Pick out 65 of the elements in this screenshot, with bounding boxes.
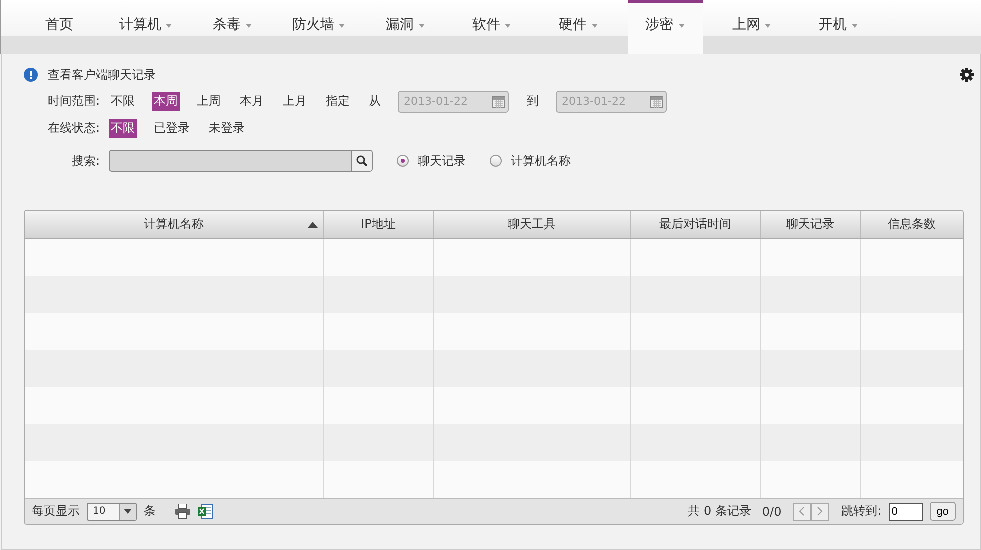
nav-tab[interactable]: 首页 xyxy=(16,0,102,36)
chevron-left-icon xyxy=(798,507,805,516)
spreadsheet-icon[interactable] xyxy=(198,504,214,519)
search-button[interactable] xyxy=(351,151,372,171)
filter-option[interactable]: 本周 xyxy=(152,92,180,111)
filter-option[interactable]: 不限 xyxy=(109,92,138,111)
search-field[interactable] xyxy=(109,150,374,172)
radio-label[interactable]: 聊天记录 xyxy=(418,152,466,170)
caret-icon xyxy=(505,24,512,28)
caret-icon xyxy=(246,24,252,28)
filter-label: 时间范围: xyxy=(48,93,100,110)
filter-option[interactable]: 上月 xyxy=(281,92,310,111)
nav-tab[interactable]: 软件 xyxy=(448,0,535,36)
caret-icon xyxy=(339,24,346,28)
filter-option[interactable]: 上周 xyxy=(195,92,224,111)
from-label: 从 xyxy=(368,93,382,110)
caret-icon xyxy=(678,24,684,28)
page-title: 查看客户端聊天记录 xyxy=(48,66,156,84)
caret-icon xyxy=(418,24,425,28)
next-page-button[interactable] xyxy=(810,502,829,520)
caret-icon xyxy=(166,24,172,28)
chevron-right-icon xyxy=(816,507,823,516)
page-indicator: 0/0 xyxy=(762,504,782,518)
dropdown-icon xyxy=(124,509,132,514)
filter-label: 在线状态: xyxy=(48,120,100,137)
nav-tab[interactable]: 防火墙 xyxy=(276,0,362,36)
info-icon xyxy=(24,68,38,82)
filter-option[interactable]: 不限 xyxy=(109,119,138,138)
per-page-unit: 条 xyxy=(144,503,156,520)
column-header[interactable]: 信息条数 xyxy=(861,211,963,238)
caret-icon xyxy=(765,24,772,28)
nav-tab[interactable]: 计算机 xyxy=(102,0,189,36)
record-count: 共 0 条记录 xyxy=(688,503,752,520)
sort-ascending-icon xyxy=(308,222,318,228)
caret-icon xyxy=(592,24,598,28)
column-header[interactable]: 计算机名称 xyxy=(25,211,324,238)
per-page-label: 每页显示 xyxy=(32,503,80,520)
search-label: 搜索: xyxy=(72,152,100,170)
radio-button[interactable] xyxy=(490,155,502,167)
column-header[interactable]: IP地址 xyxy=(324,211,434,238)
column-header[interactable]: 聊天工具 xyxy=(434,211,631,238)
to-label: 到 xyxy=(526,93,540,110)
jump-label: 跳转到: xyxy=(842,503,882,520)
nav-tab[interactable]: 上网 xyxy=(708,0,795,36)
filter-option[interactable]: 未登录 xyxy=(207,119,248,138)
previous-page-button[interactable] xyxy=(792,502,811,520)
filter-option[interactable]: 指定 xyxy=(324,92,352,111)
column-header[interactable]: 聊天记录 xyxy=(761,211,861,238)
caret-icon xyxy=(852,24,858,28)
filter-option[interactable]: 本月 xyxy=(238,92,266,111)
page-size-select[interactable]: 10 xyxy=(87,502,137,520)
nav-tab[interactable]: 漏洞 xyxy=(362,0,448,36)
nav-tab[interactable]: 硬件 xyxy=(535,0,622,36)
nav-tab[interactable]: 杀毒 xyxy=(189,0,276,36)
search-icon xyxy=(356,155,368,167)
radio-label[interactable]: 计算机名称 xyxy=(511,152,572,170)
settings-icon[interactable] xyxy=(960,68,974,82)
nav-tab[interactable]: 涉密 xyxy=(628,0,702,54)
page-input[interactable]: 0 xyxy=(888,502,923,520)
column-header[interactable]: 最后对话时间 xyxy=(631,211,761,238)
nav-tab[interactable]: 开机 xyxy=(795,0,882,36)
filter-option[interactable]: 已登录 xyxy=(152,119,192,138)
go-button[interactable]: go xyxy=(930,502,956,521)
printer-icon[interactable] xyxy=(175,504,191,519)
radio-button[interactable] xyxy=(397,155,410,167)
